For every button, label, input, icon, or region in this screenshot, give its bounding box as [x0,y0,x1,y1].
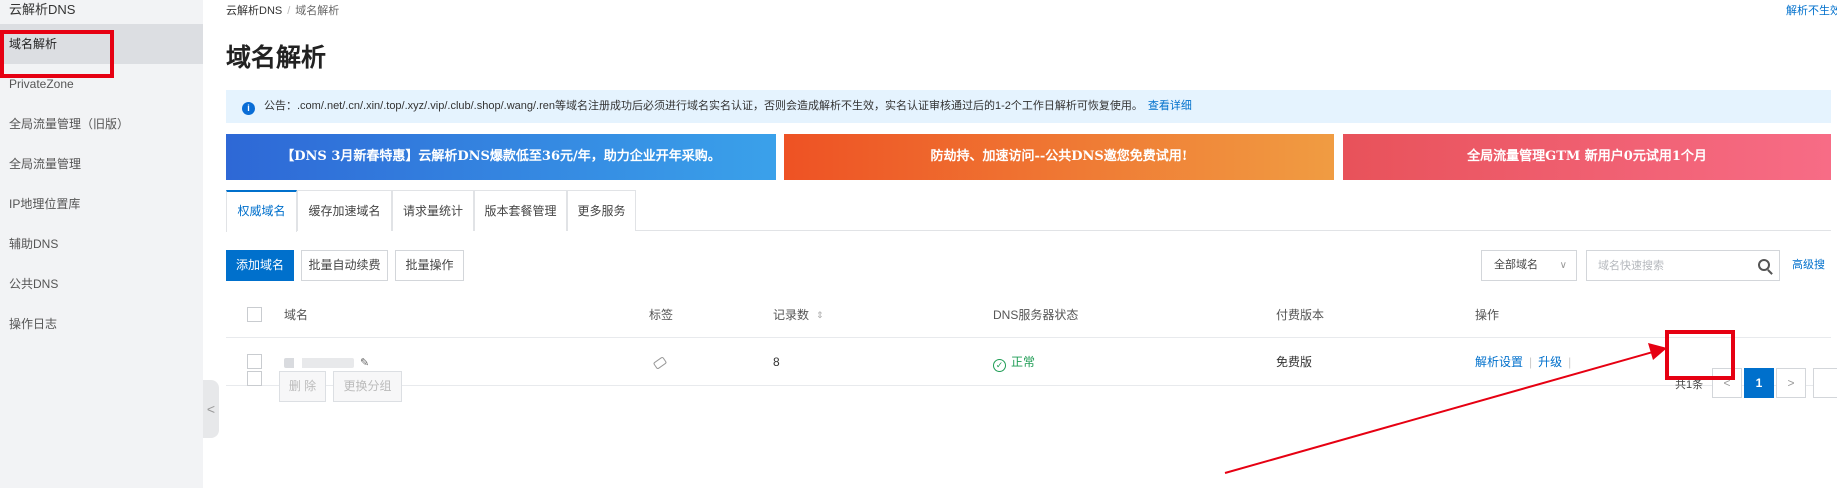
page-1-button[interactable]: 1 [1744,368,1774,398]
page-title: 域名解析 [226,44,327,72]
batch-auto-renew-button[interactable]: 批量自动续费 [301,250,388,281]
record-count-label: 记录数 [773,308,810,322]
notice-text: 公告：.com/.net/.cn/.xin/.top/.xyz/.vip/.cl… [264,100,1143,112]
tab-cache-acceleration[interactable]: 缓存加速域名 [297,190,392,231]
sort-icon[interactable]: ⇕ [816,292,824,338]
footer-select-checkbox[interactable] [247,371,262,386]
upgrade-link[interactable]: 升级 [1538,355,1562,369]
column-header-dns-status: DNS服务器状态 [993,308,1079,322]
select-all-checkbox[interactable] [247,307,262,322]
tab-authoritative-domains[interactable]: 权威域名 [226,190,297,232]
tab-more-services[interactable]: 更多服务 [567,190,636,231]
change-group-button[interactable]: 更换分组 [333,371,402,402]
tab-bar: 权威域名 缓存加速域名 请求量统计 版本套餐管理 更多服务 [226,190,1831,232]
breadcrumb-current: 域名解析 [295,5,340,17]
breadcrumb-root[interactable]: 云解析DNS [226,5,282,17]
sidebar-item-public-dns[interactable]: 公共DNS [0,264,203,304]
domain-search-box [1586,250,1780,281]
domain-filter-value: 全部域名 [1494,259,1538,271]
delete-button[interactable]: 删 除 [279,371,326,402]
sidebar-collapse-button[interactable]: < [203,380,219,438]
sidebar: 云解析DNS 域名解析 PrivateZone 全局流量管理（旧版） 全局流量管… [0,0,203,488]
tag-icon[interactable] [652,356,668,370]
page-size-selector[interactable] [1813,368,1837,398]
actions-highlight-box [1665,330,1735,380]
domain-name-redacted [284,357,354,368]
resolution-settings-link[interactable]: 解析设置 [1475,355,1523,369]
table-header: 域名 标签 记录数 ⇕ DNS服务器状态 付费版本 操作 [226,292,1831,338]
dns-status-text: 正常 [1011,355,1036,369]
batch-operations-button[interactable]: 批量操作 [395,250,464,281]
actions-cell: 解析设置 | 升级 | [1475,338,1577,386]
info-icon: i [242,102,255,115]
add-domain-button[interactable]: 添加域名 [226,250,294,281]
resolution-not-effective-link[interactable]: 解析不生效 [1786,2,1837,18]
column-header-plan: 付费版本 [1276,308,1325,322]
table-row: ✎ 8 ✓ 正常 免费版 解析设置 | 升级 | [226,338,1831,386]
promo-banner-dns[interactable]: 【DNS 3月新春特惠】云解析DNS爆款低至36元/年，助力企业开年采购。 [226,134,776,180]
sidebar-highlight-box [0,30,114,78]
next-page-button[interactable]: > [1776,368,1806,398]
column-header-record-count[interactable]: 记录数 ⇕ [773,292,824,338]
sidebar-title: 云解析DNS [9,2,76,17]
sidebar-item-secondary-dns[interactable]: 辅助DNS [0,224,203,264]
domain-search-input[interactable] [1587,251,1737,280]
sidebar-item-gtm[interactable]: 全局流量管理 [0,144,203,184]
domain-filter-select[interactable]: 全部域名 ∨ [1481,250,1577,281]
column-header-domain: 域名 [284,308,309,322]
breadcrumb-separator: / [287,5,291,17]
plan-cell: 免费版 [1276,355,1313,369]
check-circle-icon: ✓ [993,359,1006,372]
tag-cell[interactable] [652,338,668,386]
search-icon[interactable] [1758,259,1770,271]
action-separator: | [1529,355,1533,369]
notice-details-link[interactable]: 查看详细 [1148,100,1192,112]
promo-banner-gtm[interactable]: 全局流量管理GTM 新用户0元试用1个月 [1343,134,1831,180]
chevron-down-icon: ∨ [1559,260,1567,271]
row-checkbox[interactable] [247,354,262,369]
column-header-tag: 标签 [649,308,674,322]
action-separator-2: | [1568,355,1572,369]
dns-status-cell: ✓ 正常 [993,338,1035,386]
breadcrumb: 云解析DNS / 域名解析 [226,2,339,18]
record-count-cell: 8 [773,355,780,369]
column-header-actions: 操作 [1475,308,1500,322]
sidebar-item-operation-log[interactable]: 操作日志 [0,304,203,344]
promo-banner-public-dns[interactable]: 防劫持、加速访问--公共DNS邀您免费试用! [784,134,1334,180]
sidebar-item-gtm-legacy[interactable]: 全局流量管理（旧版） [0,104,203,144]
notice-bar: i 公告：.com/.net/.cn/.xin/.top/.xyz/.vip/.c… [226,90,1831,123]
tab-plan-management[interactable]: 版本套餐管理 [474,190,567,231]
sidebar-item-ip-geo[interactable]: IP地理位置库 [0,184,203,224]
advanced-search-link[interactable]: 高级搜 [1792,250,1825,281]
main-content: 云解析DNS / 域名解析 解析不生效 域名解析 i 公告：.com/.net/.cn… [226,0,1837,488]
tab-request-stats[interactable]: 请求量统计 [392,190,474,231]
